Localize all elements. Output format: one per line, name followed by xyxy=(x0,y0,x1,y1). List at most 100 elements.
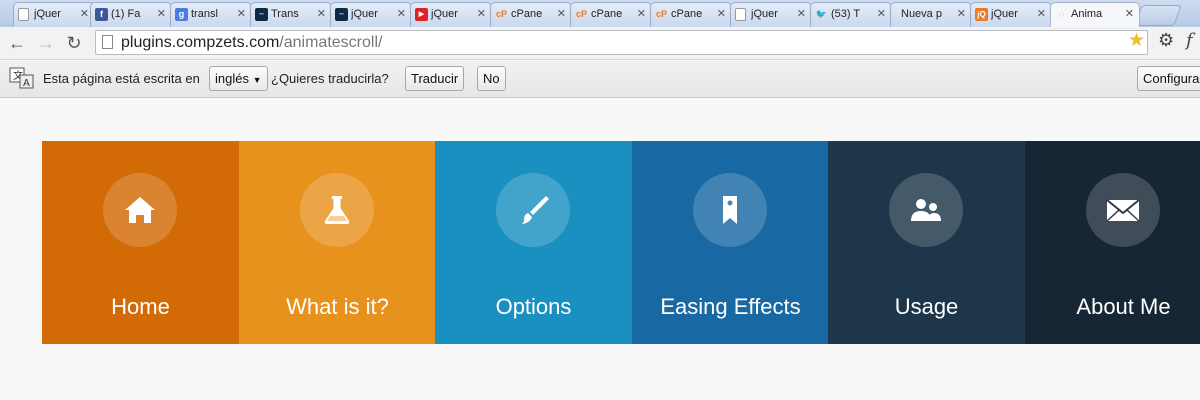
translate-icon: 文 A xyxy=(9,67,34,89)
url-host: plugins.compzets.com xyxy=(121,34,280,51)
language-value: inglés xyxy=(215,71,249,86)
menu-item-about-me[interactable]: About Me xyxy=(1025,141,1200,344)
url-text[interactable]: plugins.compzets.com/animatescroll/ xyxy=(121,31,382,54)
new-tab-button[interactable] xyxy=(1134,5,1182,26)
menu-item-options[interactable]: Options xyxy=(435,141,632,344)
browser-tab-active[interactable]: ◌ Anima ✕ xyxy=(1050,2,1140,27)
bookmark-star-icon[interactable]: ★ xyxy=(1128,29,1145,52)
translate-prefix: Esta página está escrita en xyxy=(43,71,200,86)
menu-item-easing-effects[interactable]: Easing Effects xyxy=(632,141,828,344)
brush-icon xyxy=(522,196,549,224)
menu-label: What is it? xyxy=(286,294,389,319)
close-icon[interactable]: ✕ xyxy=(397,3,406,26)
facebook-icon: f xyxy=(95,8,108,21)
menu-label: Home xyxy=(111,294,170,319)
youtube-icon: ▶ xyxy=(415,8,428,21)
page-icon xyxy=(735,8,746,21)
browser-tab[interactable]: ▶ jQuer ✕ xyxy=(410,2,492,27)
close-icon[interactable]: ✕ xyxy=(477,3,486,26)
menu-item-what-is-it[interactable]: What is it? xyxy=(239,141,435,344)
tab-strip: jQuer ✕ f (1) Fa ✕ g transl ✕ ~ Trans ✕ … xyxy=(0,0,1200,27)
menu-label: About Me xyxy=(1076,294,1171,319)
back-arrow-icon[interactable]: ← xyxy=(6,31,28,55)
close-icon[interactable]: ✕ xyxy=(717,3,726,26)
no-button[interactable]: No xyxy=(477,66,506,91)
browser-tab[interactable]: cP cPane ✕ xyxy=(570,2,652,27)
close-icon[interactable]: ✕ xyxy=(1125,3,1134,26)
browser-tab[interactable]: Nueva p ✕ xyxy=(890,2,972,27)
browser-tab[interactable]: f (1) Fa ✕ xyxy=(90,2,172,27)
icon-circle xyxy=(693,173,767,247)
icon-circle xyxy=(103,173,177,247)
address-bar[interactable]: plugins.compzets.com/animatescroll/ ★ xyxy=(95,30,1148,55)
translate-button[interactable]: Traducir xyxy=(405,66,465,91)
menu-item-home[interactable]: Home xyxy=(42,141,239,344)
page-icon xyxy=(18,8,29,21)
browser-tab[interactable]: jQuer ✕ xyxy=(13,2,95,27)
google-icon: g xyxy=(175,8,188,21)
loading-icon: ◌ xyxy=(1058,9,1065,19)
close-icon[interactable]: ✕ xyxy=(797,3,806,26)
close-icon[interactable]: ✕ xyxy=(317,3,326,26)
close-icon[interactable]: ✕ xyxy=(877,3,886,26)
main-menu: Home What is it? Options Easing Effects xyxy=(42,141,1200,344)
page-icon xyxy=(102,35,113,49)
close-icon[interactable]: ✕ xyxy=(557,3,566,26)
bookmark-icon xyxy=(723,196,737,224)
settings-gear-icon[interactable]: ⚙ xyxy=(1158,30,1174,51)
tab-title: Nueva p xyxy=(901,8,942,20)
close-icon[interactable]: ✕ xyxy=(637,3,646,26)
browser-tab[interactable]: g transl ✕ xyxy=(170,2,252,27)
translate-question: ¿Quieres traducirla? xyxy=(271,71,389,86)
icon-circle xyxy=(496,173,570,247)
browser-tab[interactable]: jQ jQuer ✕ xyxy=(970,2,1052,27)
forward-arrow-icon[interactable]: → xyxy=(35,31,57,55)
swirl-icon: ~ xyxy=(335,8,348,21)
mail-icon xyxy=(1106,199,1140,222)
close-icon[interactable]: ✕ xyxy=(237,3,246,26)
icon-circle xyxy=(889,173,963,247)
twitter-icon: 🐦 xyxy=(815,9,828,19)
close-icon[interactable]: ✕ xyxy=(1037,3,1046,26)
menu-label: Options xyxy=(495,294,572,319)
browser-tab[interactable]: 🐦 (53) T ✕ xyxy=(810,2,892,27)
tab-title: cPane xyxy=(671,8,703,20)
close-icon[interactable]: ✕ xyxy=(157,3,166,26)
tab-title: Trans xyxy=(271,8,299,20)
browser-tab[interactable]: ~ Trans ✕ xyxy=(250,2,332,27)
tab-title: jQuer xyxy=(751,8,778,20)
menu-item-usage[interactable]: Usage xyxy=(828,141,1025,344)
tab-title: jQuer xyxy=(991,8,1018,20)
cpanel-icon: cP xyxy=(575,9,587,19)
browser-tab[interactable]: cP cPane ✕ xyxy=(650,2,732,27)
tab-title: (1) Fa xyxy=(111,8,141,20)
chevron-down-icon: ▼ xyxy=(252,75,262,85)
cpanel-icon: cP xyxy=(495,9,507,19)
svg-text:A: A xyxy=(23,78,30,89)
cpanel-icon: cP xyxy=(655,9,667,19)
close-icon[interactable]: ✕ xyxy=(80,3,89,26)
url-path: /animatescroll/ xyxy=(279,34,383,51)
language-select[interactable]: inglés ▼ xyxy=(209,66,268,91)
tab-title: jQuer xyxy=(34,8,61,20)
swirl-icon: ~ xyxy=(255,8,268,21)
tab-title: jQuer xyxy=(431,8,458,20)
menu-label: Easing Effects xyxy=(660,294,801,319)
menu-label: Usage xyxy=(894,294,959,319)
tab-title: Anima xyxy=(1071,8,1103,20)
browser-tab[interactable]: ~ jQuer ✕ xyxy=(330,2,412,27)
flask-icon xyxy=(324,196,350,224)
icon-circle xyxy=(300,173,374,247)
browser-tab[interactable]: jQuer ✕ xyxy=(730,2,812,27)
reload-icon[interactable]: ↻ xyxy=(63,31,85,55)
translate-infobar: 文 A Esta página está escrita en inglés ▼… xyxy=(0,60,1200,98)
tab-title: cPane xyxy=(511,8,543,20)
icon-circle xyxy=(1086,173,1160,247)
extension-icon[interactable]: f xyxy=(1186,30,1193,51)
browser-tab[interactable]: cP cPane ✕ xyxy=(490,2,572,27)
jq-icon: jQ xyxy=(975,8,988,21)
close-icon[interactable]: ✕ xyxy=(957,3,966,26)
configure-button[interactable]: Configura xyxy=(1137,66,1200,91)
browser-toolbar: ← → ↻ plugins.compzets.com/animatescroll… xyxy=(0,27,1200,60)
tab-title: jQuer xyxy=(351,8,378,20)
